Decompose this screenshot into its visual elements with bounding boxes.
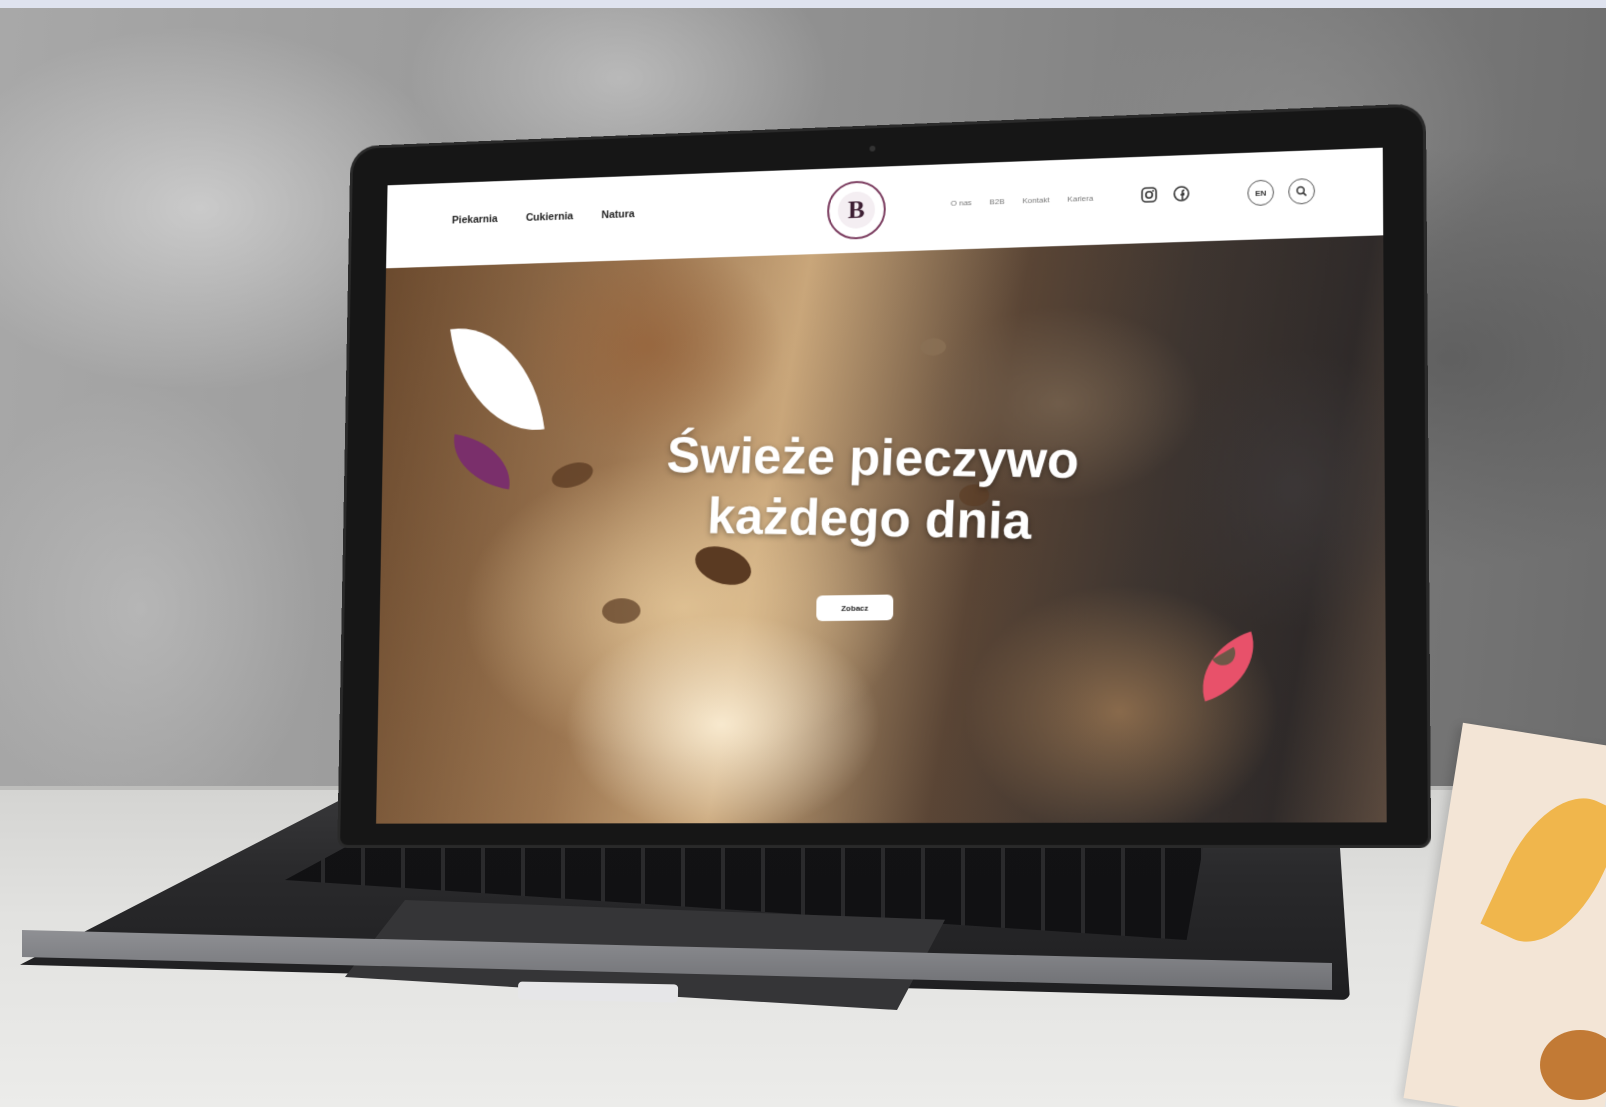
social-links (1140, 184, 1191, 204)
search-icon (1295, 185, 1307, 197)
bakery-logo[interactable]: B (826, 180, 886, 241)
hero-section: Świeże pieczywo każdego dnia Zobacz (376, 235, 1387, 824)
laptop-lid: Piekarnia Cukiernia Natura B O nas B2B K… (340, 106, 1428, 845)
nav-link-b2b[interactable]: B2B (990, 197, 1005, 206)
language-switcher[interactable]: EN (1247, 179, 1275, 207)
bread-seed (601, 598, 641, 624)
hero-title: Świeże pieczywo każdego dnia (379, 422, 1386, 559)
pink-leaf-graphic (1188, 631, 1268, 702)
search-button[interactable] (1288, 177, 1316, 205)
nav-link-o-nas[interactable]: O nas (951, 198, 972, 208)
nav-link-piekarnia[interactable]: Piekarnia (452, 213, 498, 226)
instagram-icon[interactable] (1140, 186, 1158, 204)
facebook-icon[interactable] (1172, 184, 1190, 202)
mockup-scene: Piekarnia Cukiernia Natura B O nas B2B K… (0, 0, 1606, 1107)
nav-link-natura[interactable]: Natura (601, 208, 634, 221)
laptop-screen: Piekarnia Cukiernia Natura B O nas B2B K… (376, 147, 1387, 824)
laptop-notch (517, 981, 679, 1003)
webcam (869, 145, 876, 152)
main-nav: Piekarnia Cukiernia Natura (452, 208, 635, 226)
secondary-nav: O nas B2B Kontakt Kariera (951, 194, 1094, 208)
nav-link-kariera[interactable]: Kariera (1067, 194, 1093, 204)
bread-seed (920, 337, 947, 357)
language-label: EN (1255, 188, 1267, 198)
logo-monogram: B (837, 191, 876, 230)
nav-link-kontakt[interactable]: Kontakt (1022, 195, 1049, 205)
nav-link-cukiernia[interactable]: Cukiernia (526, 211, 573, 224)
hero-cta-button[interactable]: Zobacz (816, 594, 894, 622)
